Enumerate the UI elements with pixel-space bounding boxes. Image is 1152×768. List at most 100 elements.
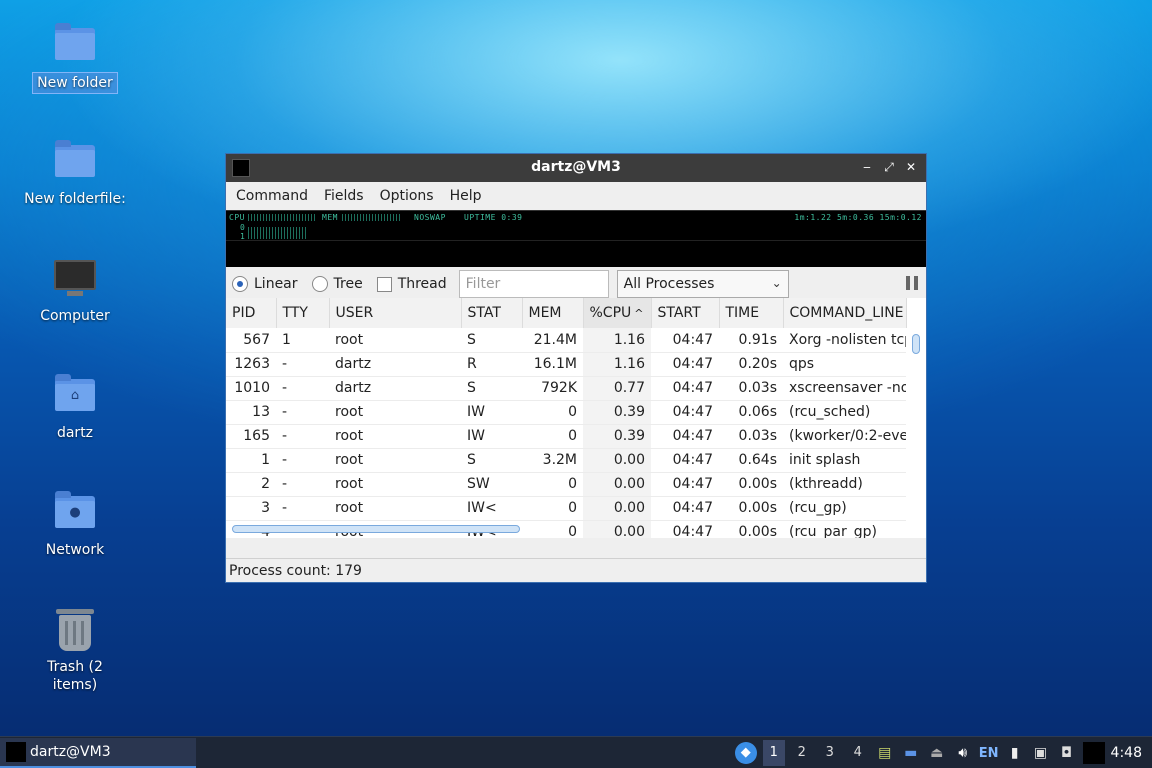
menu-fields[interactable]: Fields — [316, 188, 372, 204]
menu-command[interactable]: Command — [228, 188, 316, 204]
desktop-icon-label: New folderfile: — [24, 191, 126, 207]
terminal-app-icon — [6, 741, 26, 762]
system-tray: ◆ 1 2 3 4 ▤ ▬ ⏏ 🔊︎ EN ▮ ▣ ◘ 4:48 — [734, 737, 1152, 768]
table-cell: dartz — [329, 376, 461, 401]
mem-graph-label: MEM — [322, 213, 338, 222]
trash-icon — [53, 607, 97, 651]
table-cell: (rcu_sched) — [783, 400, 906, 425]
uptime-label: UPTIME 0:39 — [464, 213, 523, 222]
process-filter-select[interactable]: All Processes ⌄ — [616, 270, 789, 298]
cpu-history-bars — [248, 227, 308, 239]
column-header-cpu[interactable]: %CPU ^ — [583, 298, 652, 328]
clock[interactable]: 4:48 — [1111, 745, 1142, 761]
table-cell: 567 — [226, 328, 276, 353]
close-icon[interactable]: ✕ — [902, 158, 920, 176]
desktop-icon-computer[interactable]: Computer — [20, 256, 130, 326]
table-cell: - — [276, 376, 329, 401]
qps-window: dartz@VM3 ‒ ⤢ ✕ Command Fields Options H… — [225, 153, 927, 583]
table-cell: Xorg -nolisten tcp — [783, 328, 906, 353]
process-count: Process count: 179 — [229, 563, 362, 579]
table-cell: (kthreadd) — [783, 472, 906, 497]
file-manager-icon[interactable]: ▤ — [875, 743, 895, 763]
table-row[interactable]: 13- root IW 0 0.39 04:47 0.06s (rcu_sched) — [226, 400, 906, 425]
process-filter-value: All Processes — [623, 276, 715, 292]
desktop-icon-label: Trash (2 items) — [47, 659, 103, 693]
table-cell: root — [329, 472, 461, 497]
table-cell: 1.16 — [583, 352, 651, 377]
workspace-2[interactable]: 2 — [791, 740, 813, 766]
column-header-mem[interactable]: MEM — [522, 298, 584, 328]
column-header-command-line[interactable]: COMMAND_LINE — [783, 298, 907, 328]
desktop-icon-trash[interactable]: Trash (2 items) — [20, 607, 130, 695]
desktop-icon-network[interactable]: ● Network — [20, 490, 130, 560]
workspace-1[interactable]: 1 — [762, 740, 785, 766]
table-cell: root — [329, 328, 461, 353]
filter-input[interactable] — [458, 270, 609, 298]
table-cell: 04:47 — [651, 400, 719, 425]
taskbar: dartz@VM3 ◆ 1 2 3 4 ▤ ▬ ⏏ 🔊︎ EN ▮ ▣ ◘ 4:… — [0, 736, 1152, 768]
notification-icon[interactable]: ◘ — [1057, 743, 1077, 763]
menu-options[interactable]: Options — [372, 188, 442, 204]
table-cell: 04:47 — [651, 328, 719, 353]
column-header-stat[interactable]: STAT — [461, 298, 523, 328]
folder-icon — [53, 139, 97, 183]
network-icon[interactable]: ▣ — [1031, 743, 1051, 763]
menu-help[interactable]: Help — [442, 188, 490, 204]
column-header-pid[interactable]: PID — [226, 298, 277, 328]
show-desktop-icon[interactable]: ▬ — [901, 743, 921, 763]
table-cell: 3.2M — [522, 448, 583, 473]
table-row[interactable]: 1263- dartz R 16.1M 1.16 04:47 0.20s qps — [226, 352, 906, 377]
lxqt-menu-icon[interactable]: ◆ — [734, 742, 757, 764]
table-cell: IW< — [461, 496, 522, 521]
thread-checkbox[interactable]: Thread — [376, 276, 447, 292]
table-row[interactable]: 2- root SW 0 0.00 04:47 0.00s (kthreadd) — [226, 472, 906, 497]
linear-radio[interactable]: Linear — [232, 276, 298, 292]
column-header-start[interactable]: START — [651, 298, 720, 328]
eject-icon[interactable]: ⏏ — [927, 743, 947, 763]
qps-tray-icon[interactable] — [1082, 742, 1105, 764]
taskbar-task-dartz[interactable]: dartz@VM3 — [0, 737, 196, 768]
table-cell: 1 — [226, 448, 276, 473]
table-cell: 165 — [226, 424, 276, 449]
table-cell: - — [276, 352, 329, 377]
desktop-icon-new-folder[interactable]: New folder — [20, 22, 130, 94]
table-cell: 04:47 — [651, 496, 719, 521]
column-header-tty[interactable]: TTY — [276, 298, 330, 328]
column-header-user[interactable]: USER — [329, 298, 462, 328]
table-cell: 1263 — [226, 352, 276, 377]
desktop-icon-label: Computer — [40, 308, 110, 324]
table-cell: 0.00s — [719, 472, 783, 497]
keyboard-layout[interactable]: EN — [979, 746, 999, 761]
maximize-icon[interactable]: ⤢ — [880, 158, 898, 176]
table-cell: 0.03s — [719, 376, 783, 401]
minimize-icon[interactable]: ‒ — [858, 158, 876, 176]
vertical-scrollbar[interactable] — [912, 334, 920, 354]
chevron-down-icon: ⌄ — [771, 276, 782, 290]
desktop-icon-dartz[interactable]: ⌂ dartz — [20, 373, 130, 443]
table-cell: S — [461, 376, 522, 401]
column-header-time[interactable]: TIME — [719, 298, 784, 328]
volume-icon[interactable]: 🔊︎ — [953, 743, 973, 763]
checkbox-unchecked-icon — [376, 276, 392, 292]
thread-label: Thread — [397, 276, 447, 292]
desktop-icon-new-folderfile[interactable]: New folderfile: — [20, 139, 130, 209]
workspace-3[interactable]: 3 — [819, 740, 841, 766]
workspace-4[interactable]: 4 — [847, 740, 869, 766]
window-titlebar[interactable]: dartz@VM3 ‒ ⤢ ✕ — [226, 154, 926, 182]
table-cell: qps — [783, 352, 906, 377]
table-row[interactable]: 567 1 root S 21.4M 1.16 04:47 0.91s Xorg -nolist… — [226, 328, 906, 353]
table-row[interactable]: 1- root S 3.2M 0.00 04:47 0.64s init splash — [226, 448, 906, 473]
tree-radio[interactable]: Tree — [311, 276, 363, 292]
table-row[interactable]: 165- root IW 0 0.39 04:47 0.03s (kworker/0:2-ev… — [226, 424, 906, 449]
table-row[interactable]: 3- root IW< 0 0.00 04:47 0.00s (rcu_gp) — [226, 496, 906, 521]
table-cell: 0.20s — [719, 352, 783, 377]
table-cell: root — [329, 400, 461, 425]
clipboard-icon[interactable]: ▮ — [1005, 743, 1025, 763]
pause-icon[interactable] — [906, 276, 918, 290]
table-cell: 0 — [522, 424, 583, 449]
table-cell: 0.00s — [719, 520, 783, 538]
horizontal-scrollbar[interactable] — [232, 525, 520, 533]
table-cell: (rcu_par_gp) — [783, 520, 906, 538]
table-cell: 21.4M — [522, 328, 583, 353]
table-row[interactable]: 1010- dartz S 792K 0.77 04:47 0.03s xscreensave… — [226, 376, 906, 401]
